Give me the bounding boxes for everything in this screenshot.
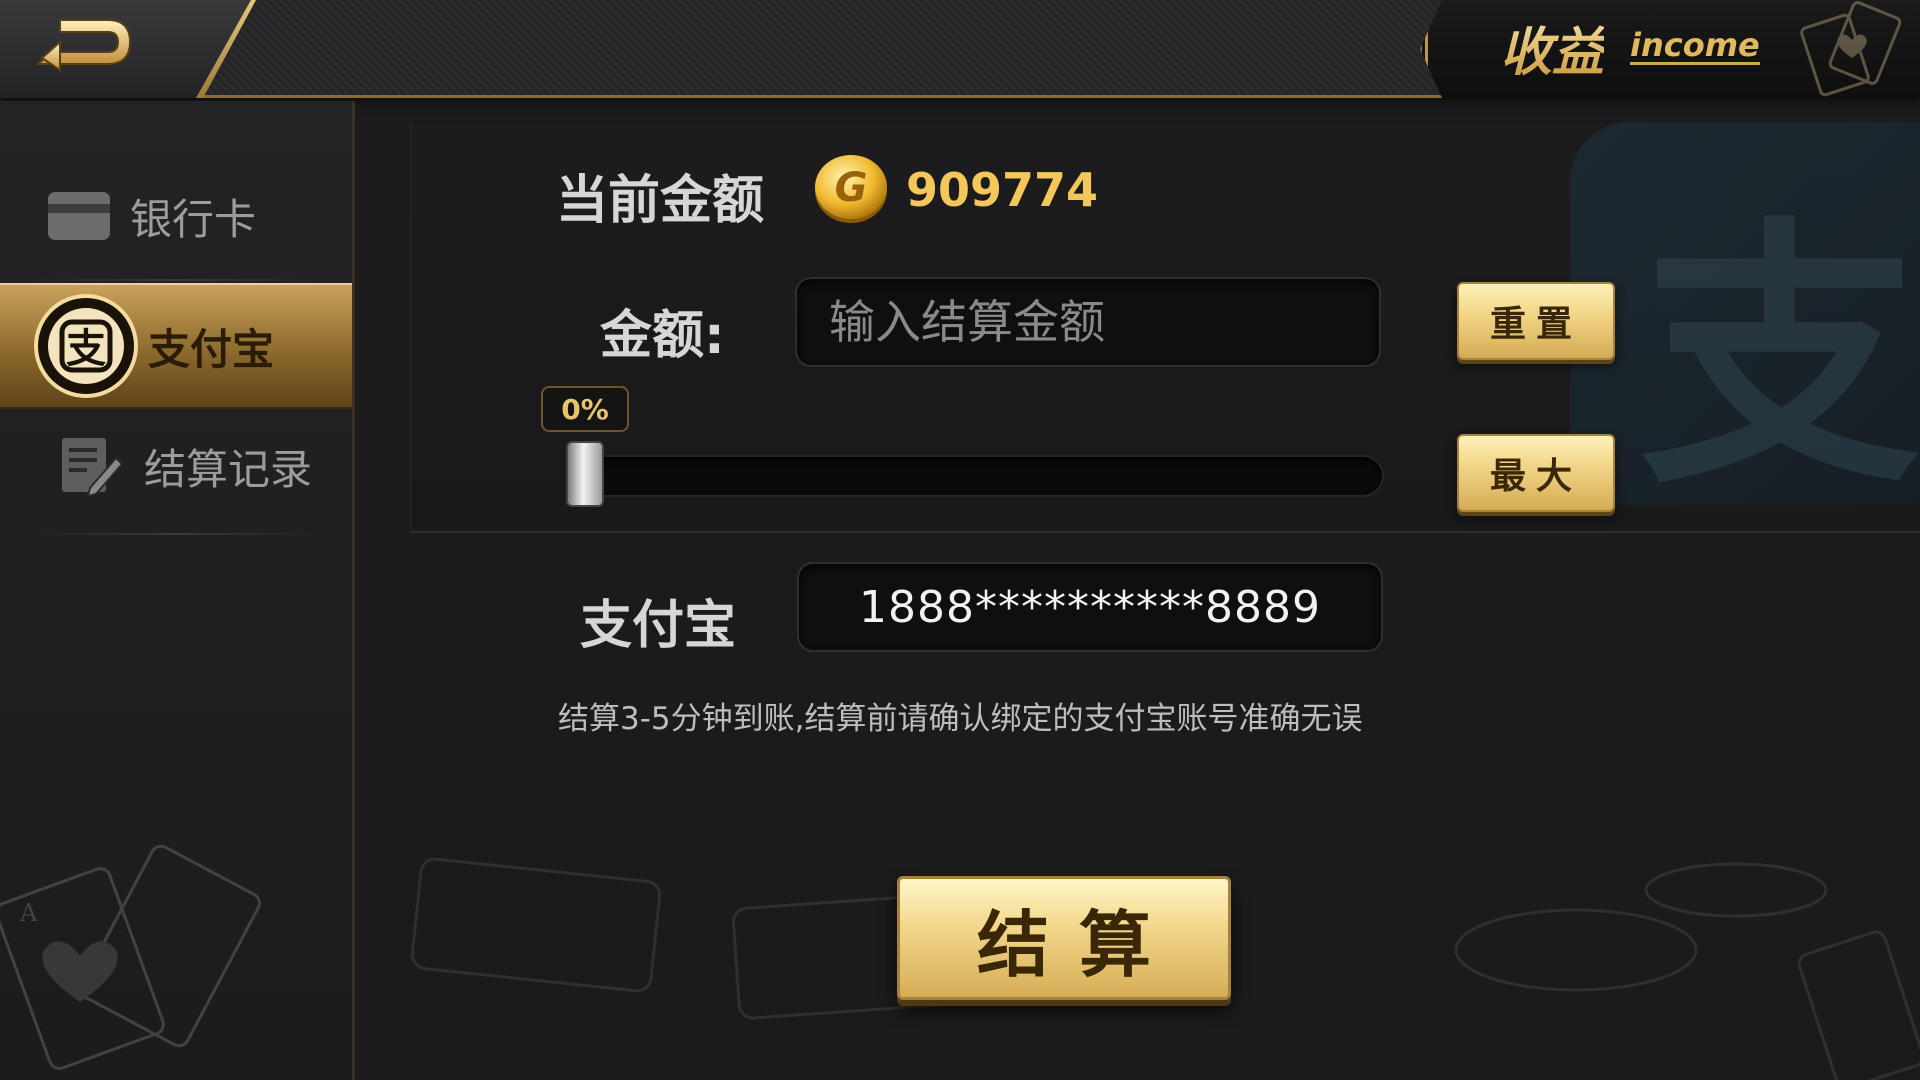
- amount-label: 金额:: [600, 306, 725, 366]
- settlement-notice: 结算3-5分钟到账,结算前请确认绑定的支付宝账号准确无误: [558, 701, 1363, 737]
- account-label: 支付宝: [580, 596, 737, 656]
- bank-card-icon: [48, 192, 110, 240]
- svg-text:A: A: [19, 899, 38, 927]
- balance-label: 当前金额: [556, 171, 765, 231]
- page-title: 收益: [1500, 10, 1604, 85]
- alipay-icon: 支: [34, 294, 138, 398]
- amount-field: [795, 277, 1381, 367]
- sidebar-divider: [30, 533, 320, 535]
- alipay-watermark-icon: 支: [1640, 196, 1920, 522]
- playing-cards-icon: [1800, 1, 1902, 97]
- alipay-account-value: 1888**********8889: [859, 581, 1321, 633]
- balance-value: 909774: [906, 163, 1099, 217]
- back-arrow-icon: [35, 19, 132, 72]
- reset-button[interactable]: 重置: [1457, 282, 1615, 360]
- page-title-en: income: [1630, 26, 1760, 65]
- max-button[interactable]: 最大: [1457, 434, 1615, 512]
- sidebar-item-alipay[interactable]: 支 支付宝: [0, 283, 352, 409]
- slider-percent-badge: 0%: [541, 386, 629, 432]
- sidebar-divider: [30, 279, 320, 281]
- playing-cards-decor-icon: A: [0, 844, 261, 1070]
- sidebar-item-label: 银行卡: [130, 194, 257, 244]
- back-button[interactable]: [30, 12, 140, 74]
- settle-submit-button[interactable]: 结算: [897, 876, 1231, 1000]
- sidebar-item-bank-card[interactable]: 银行卡: [0, 156, 352, 276]
- top-bar: 收益 income: [0, 0, 1920, 98]
- amount-slider-track[interactable]: [566, 455, 1384, 497]
- gold-coin-icon: G: [815, 155, 887, 223]
- sidebar-item-settlement-record[interactable]: 结算记录: [0, 406, 352, 526]
- sidebar: 银行卡 支 支付宝 结算记录 A: [0, 101, 355, 1080]
- sidebar-item-label: 支付宝: [148, 324, 275, 374]
- svg-text:支: 支: [66, 326, 106, 372]
- sidebar-item-label: 结算记录: [144, 444, 313, 494]
- alipay-account-field: 1888**********8889: [797, 562, 1383, 652]
- record-edit-icon: [62, 438, 124, 496]
- amount-input[interactable]: [797, 279, 1379, 365]
- amount-slider-thumb[interactable]: [566, 441, 604, 507]
- svg-text:G: G: [835, 165, 868, 211]
